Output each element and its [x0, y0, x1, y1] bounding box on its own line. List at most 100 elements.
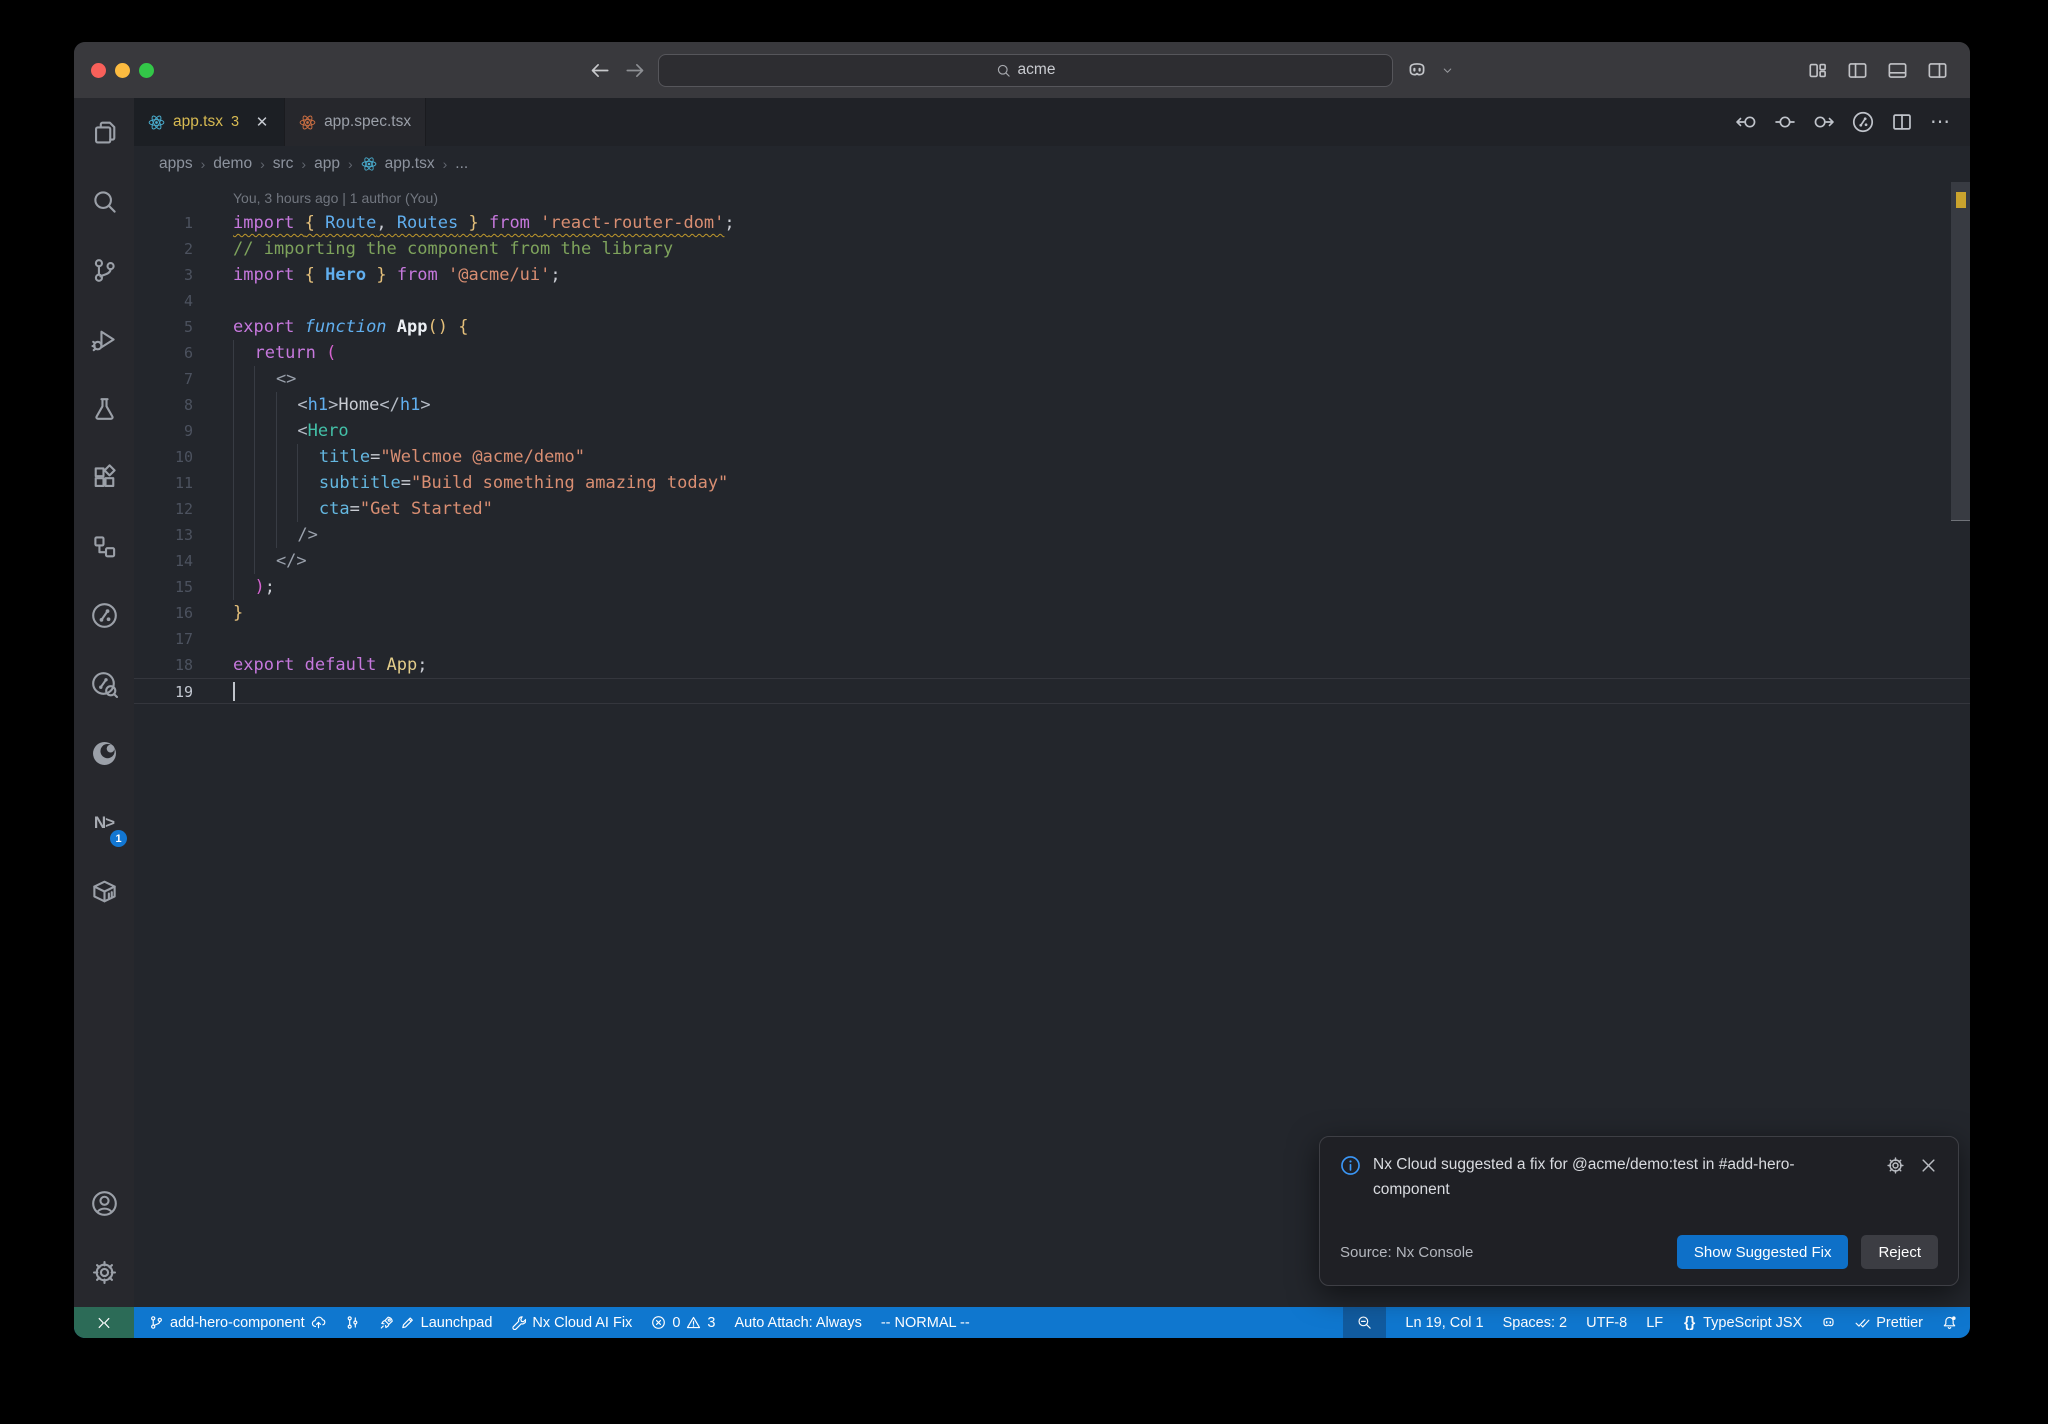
- status-git-branch[interactable]: add-hero-component: [149, 1315, 326, 1331]
- line-number: 8: [183, 396, 193, 414]
- activity-account[interactable]: [74, 1169, 134, 1238]
- code-line-18[interactable]: 18 export default App;: [134, 652, 1970, 678]
- code-line-6[interactable]: 6 return (: [134, 340, 1970, 366]
- next-change-icon[interactable]: [1813, 111, 1835, 133]
- notification-gear-icon[interactable]: [1886, 1156, 1905, 1175]
- copilot-icon[interactable]: [1406, 59, 1428, 81]
- zoom-out-icon: [1357, 1315, 1372, 1330]
- status-language[interactable]: {} TypeScript JSX: [1682, 1315, 1802, 1331]
- show-suggested-fix-button[interactable]: Show Suggested Fix: [1676, 1235, 1849, 1269]
- code-line-1[interactable]: 1 import { Route, Routes } from 'react-ro…: [134, 210, 1970, 236]
- status-notifications[interactable]: [1942, 1315, 1957, 1330]
- status-copilot[interactable]: [1821, 1315, 1836, 1330]
- breadcrumb-item[interactable]: apps: [159, 155, 193, 173]
- close-tab-icon[interactable]: ✕: [254, 113, 270, 131]
- status-vim-mode[interactable]: -- NORMAL --: [881, 1315, 970, 1331]
- status-launchpad[interactable]: Launchpad: [379, 1315, 492, 1331]
- activity-debug[interactable]: [74, 305, 134, 374]
- breadcrumb[interactable]: apps › demo › src › app › app.tsx ›...: [134, 146, 1970, 182]
- activity-source-control[interactable]: [74, 236, 134, 305]
- line-content: export function App() {: [233, 317, 469, 337]
- tab-app.spec.tsx[interactable]: app.spec.tsx: [285, 98, 427, 146]
- status-prettier[interactable]: Prettier: [1855, 1315, 1923, 1331]
- status-gitlens[interactable]: [345, 1315, 360, 1330]
- code-line-10[interactable]: 10 title="Welcmoe @acme/demo": [134, 444, 1970, 470]
- toggle-sidebar-left-icon[interactable]: [1847, 60, 1868, 81]
- line-content: <h1>Home</h1>: [233, 392, 431, 418]
- split-editor-icon[interactable]: [1891, 111, 1913, 133]
- code-line-13[interactable]: 13 />: [134, 522, 1970, 548]
- nav-back-icon[interactable]: [590, 60, 611, 81]
- breadcrumb-item[interactable]: app.tsx: [385, 155, 435, 173]
- code-line-5[interactable]: 5 export function App() {: [134, 314, 1970, 340]
- toggle-panel-icon[interactable]: [1887, 60, 1908, 81]
- notification-close-icon[interactable]: [1919, 1156, 1938, 1175]
- code-line-9[interactable]: 9 <Hero: [134, 418, 1970, 444]
- activity-package[interactable]: [74, 857, 134, 926]
- breadcrumb-item[interactable]: ...: [455, 155, 468, 173]
- search-icon: [996, 63, 1011, 78]
- info-icon: [1340, 1155, 1361, 1176]
- reject-button[interactable]: Reject: [1861, 1235, 1938, 1269]
- remote-indicator[interactable]: [74, 1307, 134, 1338]
- code-line-17[interactable]: 17: [134, 626, 1970, 652]
- gear-icon: [1886, 1156, 1905, 1175]
- close-window-button[interactable]: [91, 62, 106, 78]
- command-center-search[interactable]: acme: [658, 53, 1393, 87]
- code-line-14[interactable]: 14 </>: [134, 548, 1970, 574]
- nav-forward-icon[interactable]: [624, 60, 645, 81]
- activity-gear[interactable]: [74, 1238, 134, 1307]
- activity-search[interactable]: [74, 167, 134, 236]
- code-line-8[interactable]: 8 <h1>Home</h1>: [134, 392, 1970, 418]
- activity-circle-branch[interactable]: [74, 581, 134, 650]
- git-blame-codelens[interactable]: You, 3 hours ago | 1 author (You): [233, 187, 1970, 210]
- code-line-2[interactable]: 2 // importing the component from the lib…: [134, 236, 1970, 262]
- activity-nx[interactable]: N> 1: [74, 788, 134, 857]
- status-encoding[interactable]: UTF-8: [1586, 1315, 1627, 1331]
- status-cursor-position[interactable]: Ln 19, Col 1: [1405, 1315, 1483, 1331]
- activity-nodes[interactable]: [74, 512, 134, 581]
- code-line-4[interactable]: 4: [134, 288, 1970, 314]
- customize-layout-icon[interactable]: [1807, 60, 1828, 81]
- prev-change-icon[interactable]: [1735, 111, 1757, 133]
- code-line-16[interactable]: 16}: [134, 600, 1970, 626]
- status-auto-attach[interactable]: Auto Attach: Always: [734, 1315, 861, 1331]
- double-check-icon: [1855, 1315, 1870, 1330]
- breadcrumb-item[interactable]: demo: [213, 155, 252, 173]
- line-number: 7: [183, 370, 193, 388]
- line-content: <Hero: [233, 418, 349, 444]
- minimize-window-button[interactable]: [115, 62, 130, 78]
- search-icon: [91, 188, 118, 215]
- breadcrumb-separator: ›: [200, 156, 206, 172]
- status-problems[interactable]: 03: [651, 1315, 715, 1331]
- chevron-down-icon[interactable]: [1441, 64, 1454, 77]
- breadcrumb-item[interactable]: app: [314, 155, 340, 173]
- status-text: Prettier: [1876, 1314, 1923, 1331]
- code-line-15[interactable]: 15 );: [134, 574, 1970, 600]
- code-line-12[interactable]: 12 cta="Get Started": [134, 496, 1970, 522]
- toggle-sidebar-right-icon[interactable]: [1927, 60, 1948, 81]
- activity-extensions[interactable]: [74, 443, 134, 512]
- change-icon[interactable]: [1774, 111, 1796, 133]
- code-line-11[interactable]: 11 subtitle="Build something amazing tod…: [134, 470, 1970, 496]
- code-line-7[interactable]: 7 <>: [134, 366, 1970, 392]
- code-line-3[interactable]: 3 import { Hero } from '@acme/ui';: [134, 262, 1970, 288]
- activity-beaker[interactable]: [74, 374, 134, 443]
- editor-scrollbar[interactable]: [1951, 182, 1970, 521]
- run-circle-icon[interactable]: [1852, 111, 1874, 133]
- status-nx-cloud-ai-fix[interactable]: Nx Cloud AI Fix: [511, 1315, 632, 1331]
- activity-circle-branch-search[interactable]: [74, 650, 134, 719]
- edge-icon: [91, 740, 118, 767]
- gitlens-icon: [345, 1315, 360, 1330]
- status-eol[interactable]: LF: [1646, 1315, 1663, 1331]
- breadcrumb-item[interactable]: src: [273, 155, 294, 173]
- zoom-window-button[interactable]: [139, 62, 154, 78]
- activity-edge[interactable]: [74, 719, 134, 788]
- more-icon[interactable]: ⋯: [1930, 111, 1952, 133]
- status-indentation[interactable]: Spaces: 2: [1503, 1315, 1568, 1331]
- tab-app.tsx[interactable]: app.tsx 3 ✕: [134, 98, 286, 146]
- activity-files[interactable]: [74, 98, 134, 167]
- code-line-19[interactable]: 19: [134, 678, 1970, 704]
- status-zoom[interactable]: [1343, 1307, 1387, 1338]
- line-content: }: [233, 603, 244, 623]
